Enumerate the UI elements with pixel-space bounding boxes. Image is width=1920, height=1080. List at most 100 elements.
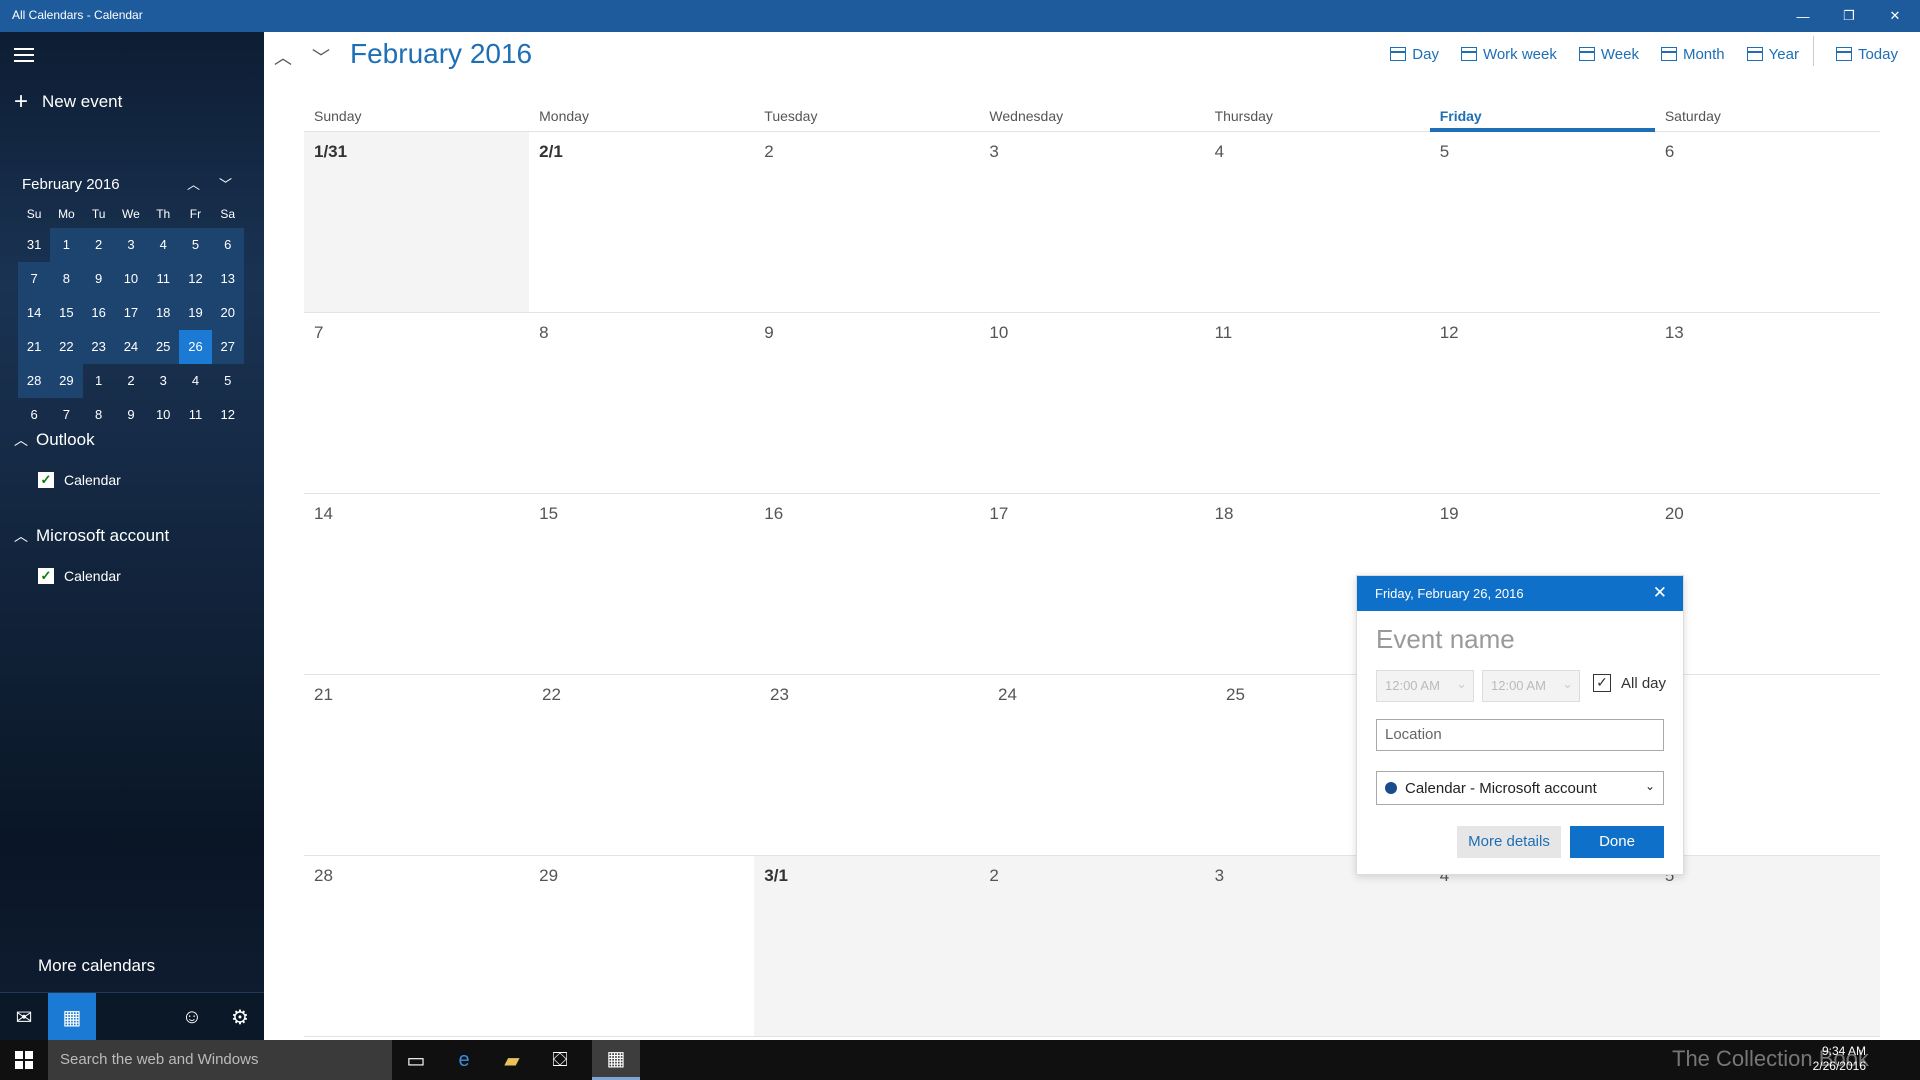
mini-calendar-day[interactable]: 2 <box>115 364 147 398</box>
mini-calendar-day[interactable]: 18 <box>147 296 180 330</box>
day-cell[interactable]: 4 <box>1429 856 1655 1036</box>
view-week-button[interactable]: Week <box>1578 42 1639 66</box>
mini-calendar-day[interactable]: 29 <box>50 364 83 398</box>
mini-calendar-day[interactable]: 6 <box>18 398 50 432</box>
view-day-button[interactable]: Day <box>1390 42 1439 66</box>
mini-calendar-next-icon[interactable]: ﹀ <box>219 174 232 193</box>
day-cell[interactable]: 5 <box>1430 132 1655 312</box>
mini-calendar-day[interactable]: 5 <box>179 228 212 262</box>
location-input[interactable]: Location <box>1376 719 1664 751</box>
group-microsoft-account[interactable]: ︿ Microsoft account <box>14 526 169 546</box>
mini-calendar-day[interactable]: 25 <box>147 330 180 364</box>
day-cell[interactable]: 13 <box>1655 313 1880 493</box>
mini-calendar-day[interactable]: 19 <box>179 296 212 330</box>
calendar-toggle-microsoft[interactable]: ✓ Calendar <box>38 568 121 584</box>
mini-calendar-day[interactable]: 12 <box>179 262 212 296</box>
day-cell[interactable]: 17 <box>979 494 1204 674</box>
mini-calendar-day[interactable]: 6 <box>211 228 244 262</box>
mail-icon[interactable]: ✉ <box>0 993 48 1040</box>
day-cell[interactable]: 2 <box>754 132 979 312</box>
new-event-button[interactable]: + New event <box>14 90 122 114</box>
mini-calendar-day[interactable]: 15 <box>50 296 83 330</box>
view-work-week-button[interactable]: Work week <box>1460 42 1557 66</box>
file-explorer-icon[interactable]: ▰ <box>488 1040 536 1080</box>
day-cell[interactable]: 8 <box>529 313 754 493</box>
mini-calendar-day[interactable]: 28 <box>18 364 51 398</box>
view-year-button[interactable]: Year <box>1746 42 1799 66</box>
day-cell[interactable]: 12 <box>1430 313 1655 493</box>
event-name-input[interactable]: Event name <box>1376 624 1515 655</box>
mini-calendar-day[interactable]: 17 <box>114 296 148 330</box>
day-cell[interactable]: 16 <box>754 494 979 674</box>
day-cell[interactable]: 7 <box>304 313 529 493</box>
day-cell[interactable]: 27 <box>1652 675 1880 855</box>
day-cell[interactable]: 4 <box>1205 132 1430 312</box>
mini-calendar-day[interactable]: 21 <box>18 330 51 364</box>
hamburger-menu-icon[interactable] <box>14 48 34 64</box>
mini-calendar-day[interactable]: 4 <box>179 364 211 398</box>
calendar-app-icon[interactable]: ▦ <box>48 993 96 1040</box>
mini-calendar-day[interactable]: 27 <box>211 330 244 364</box>
group-outlook[interactable]: ︿ Outlook <box>14 430 95 450</box>
mini-calendar-day[interactable]: 10 <box>114 262 148 296</box>
calendar-taskbar-icon[interactable]: ▦ <box>592 1040 640 1080</box>
done-button[interactable]: Done <box>1570 826 1664 858</box>
day-cell[interactable]: 3/1 <box>754 856 980 1036</box>
day-cell[interactable]: 22 <box>532 675 760 855</box>
restore-icon[interactable]: ❐ <box>1826 0 1872 32</box>
mini-calendar-day[interactable]: 31 <box>18 228 50 262</box>
day-cell[interactable]: 3 <box>979 132 1204 312</box>
day-cell[interactable]: 14 <box>304 494 529 674</box>
previous-month-icon[interactable]: ︿ <box>274 44 292 70</box>
day-cell[interactable]: 20 <box>1655 494 1880 674</box>
more-calendars-link[interactable]: More calendars <box>38 956 155 976</box>
mini-calendar-day[interactable]: 11 <box>147 262 180 296</box>
mini-calendar-day[interactable]: 5 <box>212 364 244 398</box>
store-icon[interactable]: ⛋ <box>536 1040 584 1080</box>
all-day-checkbox[interactable]: ✓ All day <box>1593 674 1666 692</box>
day-cell[interactable]: 11 <box>1205 313 1430 493</box>
mini-calendar-day[interactable]: 7 <box>18 262 51 296</box>
checkmark-icon[interactable]: ✓ <box>1593 674 1611 692</box>
mini-calendar-title[interactable]: February 2016 <box>22 176 120 193</box>
mini-calendar-day[interactable]: 10 <box>147 398 179 432</box>
view-month-button[interactable]: Month <box>1660 42 1725 66</box>
mini-calendar-day[interactable]: 22 <box>50 330 83 364</box>
mini-calendar-day[interactable]: 24 <box>114 330 148 364</box>
close-icon[interactable]: ✕ <box>1653 583 1667 603</box>
mini-calendar-day[interactable]: 9 <box>115 398 147 432</box>
minimize-icon[interactable]: — <box>1780 0 1826 32</box>
mini-calendar-day[interactable]: 26 <box>179 330 212 364</box>
mini-calendar-day[interactable]: 11 <box>179 398 211 432</box>
close-icon[interactable]: ✕ <box>1872 0 1918 32</box>
day-cell[interactable]: 24 <box>988 675 1216 855</box>
today-button[interactable]: Today <box>1835 42 1898 66</box>
mini-calendar-day[interactable]: 4 <box>147 228 180 262</box>
mini-calendar-day[interactable]: 8 <box>83 398 115 432</box>
system-clock[interactable]: 9:34 AM 2/26/2016 <box>1813 1044 1866 1074</box>
end-time-select[interactable]: 12:00 AM <box>1482 670 1580 702</box>
mini-calendar-day[interactable]: 8 <box>50 262 83 296</box>
mini-calendar-day[interactable]: 23 <box>82 330 115 364</box>
day-cell[interactable]: 3 <box>1204 856 1430 1036</box>
mini-calendar-day[interactable]: 7 <box>50 398 82 432</box>
start-time-select[interactable]: 12:00 AM <box>1376 670 1474 702</box>
day-cell[interactable]: 28 <box>304 856 529 1036</box>
mini-calendar-day[interactable]: 9 <box>82 262 115 296</box>
mini-calendar-day[interactable]: 3 <box>114 228 148 262</box>
mini-calendar-day[interactable]: 20 <box>211 296 244 330</box>
mini-calendar-day[interactable]: 1 <box>50 228 83 262</box>
mini-calendar-day[interactable]: 1 <box>83 364 115 398</box>
task-view-icon[interactable]: ▭ <box>392 1040 440 1080</box>
calendar-select[interactable]: Calendar - Microsoft account ⌄ <box>1376 771 1664 805</box>
day-cell[interactable]: 1/31 <box>304 132 530 312</box>
day-cell[interactable]: 29 <box>529 856 754 1036</box>
more-details-button[interactable]: More details <box>1457 826 1561 858</box>
checkbox-checked-icon[interactable]: ✓ <box>38 472 54 488</box>
mini-calendar-day[interactable]: 2 <box>82 228 115 262</box>
day-cell[interactable]: 2 <box>979 856 1205 1036</box>
mini-calendar-day[interactable]: 14 <box>18 296 51 330</box>
day-cell[interactable]: 2/1 <box>529 132 754 312</box>
search-box[interactable]: Search the web and Windows <box>48 1040 392 1080</box>
calendar-toggle-outlook[interactable]: ✓ Calendar <box>38 472 121 488</box>
